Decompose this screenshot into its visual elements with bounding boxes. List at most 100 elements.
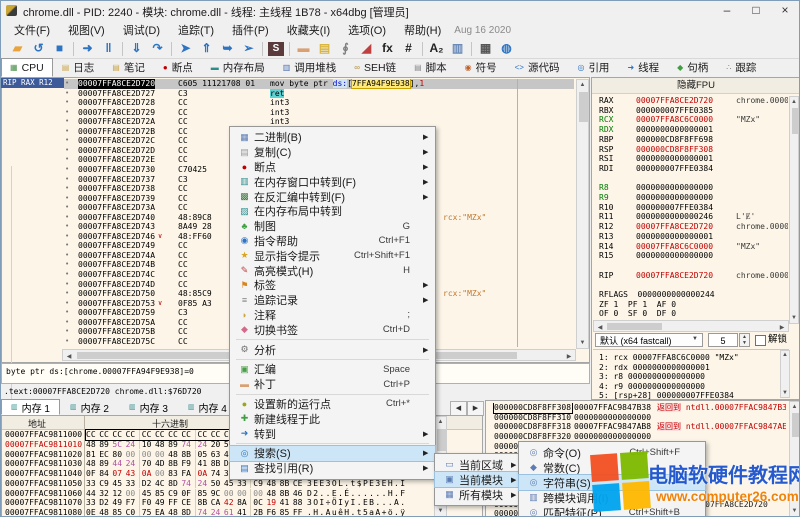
- menu-item-pattern[interactable]: ◎匹配特征(P)Ctrl+Shift+B: [519, 505, 705, 517]
- menu-item-trace-record[interactable]: ≡追踪记录▶: [230, 293, 435, 308]
- menu-item-current-region[interactable]: ▭当前区域▶: [435, 457, 523, 472]
- breakpoint-dot-icon[interactable]: •: [65, 318, 69, 327]
- menu-item-copy[interactable]: ▤复制(C)▶: [230, 145, 435, 160]
- memory-tab-3[interactable]: ▥内存 3: [119, 399, 178, 415]
- tab-cpu[interactable]: ▦CPU: [1, 58, 53, 77]
- disassembly-row[interactable]: •00007FFA8CE2D727C3ret: [2, 89, 574, 99]
- breakpoint-dot-icon[interactable]: •: [65, 289, 69, 298]
- register-row[interactable]: RSI0000000000000001: [592, 154, 788, 164]
- stack-row[interactable]: 000000CD8F8FF31800007FFAC9847AB8返回到 ntdl…: [486, 422, 786, 432]
- register-row[interactable]: [592, 280, 788, 290]
- register-row[interactable]: RDI000000007FFE0384: [592, 164, 788, 174]
- argument-row[interactable]: 4: r9 0000000000000000: [599, 382, 705, 392]
- menu-item-graph[interactable]: ♣制图G: [230, 219, 435, 234]
- menu-item-instruction-help[interactable]: ◉指令帮助Ctrl+F1: [230, 234, 435, 249]
- menu-item-set-new-origin[interactable]: ●设置新的运行点Ctrl+*: [230, 397, 435, 412]
- register-row[interactable]: [592, 174, 788, 184]
- tab-memory-map[interactable]: ▬内存布局: [202, 58, 274, 77]
- register-row[interactable]: RBP000000CD8F8FF698: [592, 135, 788, 145]
- register-row[interactable]: R1200007FFA8CE2D720chrome.00007: [592, 222, 788, 232]
- register-row[interactable]: R10000000007FFE0384: [592, 203, 788, 213]
- breakpoint-dot-icon[interactable]: •: [65, 260, 69, 269]
- menu-plugins[interactable]: 插件(P): [223, 20, 278, 40]
- open-file-icon[interactable]: ▰: [7, 40, 28, 57]
- arguments-vscrollbar[interactable]: ▲ ▼: [780, 350, 790, 398]
- argument-row[interactable]: 1: rcx 00007FFA8C6C0000 "MZx": [599, 353, 739, 363]
- menu-item-show-instruction-tip[interactable]: ★显示指令提示Ctrl+Shift+F1: [230, 248, 435, 263]
- menu-item-intermodular-calls[interactable]: ▥跨模块调用(I): [519, 490, 705, 505]
- breakpoint-dot-icon[interactable]: •: [65, 146, 69, 155]
- argument-row[interactable]: 2: rdx 0000000000000001: [599, 363, 710, 373]
- menu-options[interactable]: 选项(O): [339, 20, 395, 40]
- tab-call-stack[interactable]: ▥调用堆栈: [274, 58, 346, 77]
- dump-row[interactable]: 00007FFAC9811060443212004585C90F859C0000…: [2, 489, 432, 499]
- menu-debug[interactable]: 调试(D): [114, 20, 169, 40]
- dump-next-button[interactable]: ▶: [467, 401, 484, 416]
- menu-item-string-references[interactable]: ◎字符串(S): [519, 475, 705, 490]
- dump-prev-button[interactable]: ◀: [450, 401, 467, 416]
- dump-row[interactable]: 00007FFAC981105033C94533D24C8D7424504533…: [2, 479, 432, 489]
- register-row[interactable]: R90000000000000000: [592, 193, 788, 203]
- menu-item-goto[interactable]: ➜转到▶: [230, 426, 435, 441]
- breakpoint-dot-icon[interactable]: •: [65, 175, 69, 184]
- stack-vscrollbar[interactable]: ▲ ▼: [789, 401, 800, 517]
- stack-row[interactable]: 000000CD8F8FF30800007FFAC9847B38返回到 ntdl…: [486, 403, 786, 413]
- scroll-up-icon[interactable]: ▲: [577, 82, 588, 88]
- memory-tab-1[interactable]: ▥内存 1: [1, 399, 60, 415]
- registers-hscrollbar[interactable]: ◀ ▶: [593, 320, 789, 332]
- breakpoint-dot-icon[interactable]: •: [65, 89, 69, 98]
- menu-item-highlight-mode[interactable]: ✎高亮模式(H)H: [230, 263, 435, 278]
- scroll-up-icon[interactable]: ▲: [435, 419, 446, 425]
- scroll-down-icon[interactable]: ▼: [435, 508, 446, 514]
- scroll-left-icon[interactable]: ◀: [596, 324, 604, 331]
- register-row[interactable]: RSP000000CD8F8FF308: [592, 145, 788, 155]
- stop-icon[interactable]: ■: [49, 40, 70, 57]
- scroll-thumb[interactable]: [437, 429, 446, 451]
- breakpoint-dot-icon[interactable]: •: [65, 308, 69, 317]
- paperclip-icon[interactable]: ∮: [335, 40, 356, 57]
- hash-icon[interactable]: #: [398, 40, 419, 57]
- register-row[interactable]: R110000000000000246L'Ɇ': [592, 212, 788, 222]
- menu-item-label[interactable]: ⚑标签▶: [230, 278, 435, 293]
- register-row[interactable]: ZF 1 PF 1 AF 0: [592, 300, 788, 310]
- registers-pane[interactable]: 隐藏FPU RAX00007FFA8CE2D720chrome.00007RBX…: [591, 77, 800, 400]
- menu-item-breakpoint[interactable]: ●断点▶: [230, 160, 435, 175]
- scroll-thumb[interactable]: [579, 92, 588, 122]
- tab-seh[interactable]: ∞SEH链: [345, 58, 405, 77]
- scroll-down-icon[interactable]: ▼: [577, 340, 588, 346]
- clear-icon[interactable]: ◢: [356, 40, 377, 57]
- breakpoint-dot-icon[interactable]: •: [65, 136, 69, 145]
- globe-icon[interactable]: ◍: [496, 40, 517, 57]
- menu-item-find-references[interactable]: ▤查找引用(R)▶: [230, 461, 435, 476]
- tab-log[interactable]: ▤日志: [53, 58, 104, 77]
- scroll-thumb[interactable]: [607, 323, 662, 330]
- breakpoint-dot-icon[interactable]: •: [65, 98, 69, 107]
- scroll-left-icon[interactable]: ◀: [65, 353, 73, 360]
- menu-item-toggle-bookmark[interactable]: ◆切换书签Ctrl+D: [230, 322, 435, 337]
- breakpoint-dot-icon[interactable]: •: [65, 251, 69, 260]
- minimize-button[interactable]: –: [713, 1, 741, 20]
- menu-item-goto-disassembly[interactable]: ▩在反汇编中转到(F)▶: [230, 189, 435, 204]
- step-out-icon[interactable]: ⇑: [196, 40, 217, 57]
- scroll-right-icon[interactable]: ▶: [778, 324, 786, 331]
- breakpoint-dot-icon[interactable]: •: [65, 280, 69, 289]
- patch-icon[interactable]: ▬: [293, 40, 314, 57]
- register-row[interactable]: RIP00007FFA8CE2D720chrome.00007: [592, 271, 788, 281]
- register-row[interactable]: R150000000000000000: [592, 251, 788, 261]
- register-row[interactable]: RAX00007FFA8CE2D720chrome.00007: [592, 96, 788, 106]
- register-row[interactable]: RBX000000007FFE0385: [592, 106, 788, 116]
- scroll-up-icon[interactable]: ▲: [790, 404, 799, 410]
- breakpoint-dot-icon[interactable]: •: [65, 327, 69, 336]
- tab-script[interactable]: ▤脚本: [405, 58, 456, 77]
- functions-fx-icon[interactable]: fx: [377, 40, 398, 57]
- menu-help[interactable]: 帮助(H): [395, 20, 450, 40]
- tab-notes[interactable]: ▤笔记: [103, 58, 154, 77]
- breakpoint-dot-icon[interactable]: •: [65, 155, 69, 164]
- argument-row[interactable]: 3: r8 0000000000000000: [599, 372, 705, 382]
- breakpoint-dot-icon[interactable]: •: [65, 213, 69, 222]
- tab-references[interactable]: ◎引用: [568, 58, 618, 77]
- breakpoint-dot-icon[interactable]: •: [65, 194, 69, 203]
- menu-trace[interactable]: 追踪(T): [169, 20, 223, 40]
- scroll-right-icon[interactable]: ▶: [565, 353, 573, 360]
- menu-item-binary[interactable]: ▦二进制(B)▶: [230, 130, 435, 145]
